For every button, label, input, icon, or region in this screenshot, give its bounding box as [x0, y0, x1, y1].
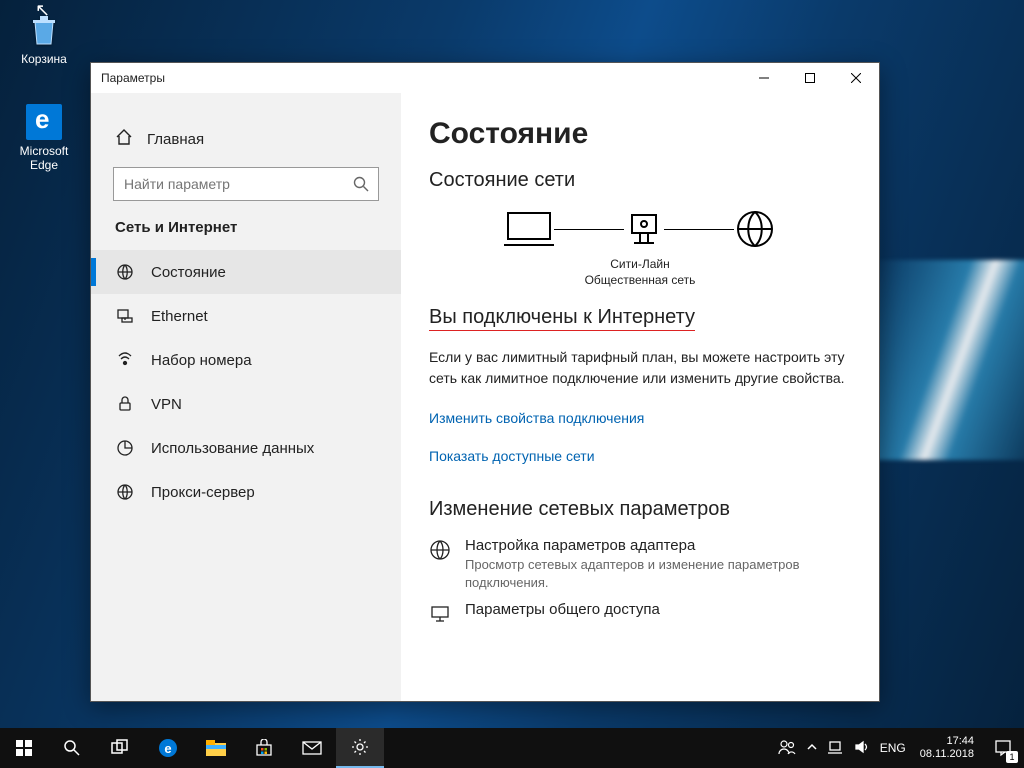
recycle-bin-icon: [26, 12, 62, 48]
search-input[interactable]: [113, 167, 379, 201]
sidebar-home[interactable]: Главная: [91, 121, 401, 157]
sidebar-item-label: Состояние: [151, 264, 226, 281]
tray-network-icon[interactable]: [828, 739, 844, 758]
sidebar: Главная Сеть и Интернет Состояние Ethern…: [91, 93, 401, 701]
notification-badge: 1: [1006, 751, 1018, 763]
minimize-button[interactable]: [741, 63, 787, 93]
sidebar-item-label: Ethernet: [151, 308, 208, 325]
section-heading-change-settings: Изменение сетевых параметров: [429, 498, 851, 521]
taskbar-clock[interactable]: 17:44 08.11.2018: [912, 735, 982, 760]
option-adapter-settings[interactable]: Настройка параметров адаптера Просмотр с…: [429, 537, 851, 591]
adapter-icon: [429, 537, 451, 591]
search-icon: [353, 176, 369, 197]
pc-icon: [504, 209, 554, 249]
network-type: Общественная сеть: [429, 272, 851, 288]
sidebar-section-title: Сеть и Интернет: [91, 219, 401, 250]
taskbar: e ENG 17:44 08.11.2018 1: [0, 728, 1024, 768]
sidebar-item-status[interactable]: Состояние: [91, 250, 401, 294]
desktop-icon-recycle-bin[interactable]: Корзина: [6, 12, 82, 66]
taskbar-search[interactable]: [48, 728, 96, 768]
taskbar-settings[interactable]: [336, 728, 384, 768]
titlebar[interactable]: Параметры: [91, 63, 879, 93]
svg-text:e: e: [164, 741, 171, 756]
tray-chevron-up-icon[interactable]: [806, 741, 818, 756]
sidebar-item-proxy[interactable]: Прокси-сервер: [91, 470, 401, 514]
datausage-icon: [115, 439, 135, 457]
tray-language[interactable]: ENG: [880, 741, 906, 755]
sidebar-item-dialup[interactable]: Набор номера: [91, 338, 401, 382]
vpn-icon: [115, 395, 135, 413]
start-button[interactable]: [0, 728, 48, 768]
ethernet-icon: [115, 307, 135, 325]
sidebar-home-label: Главная: [147, 131, 204, 148]
dialup-icon: [115, 351, 135, 369]
taskbar-store[interactable]: [240, 728, 288, 768]
close-button[interactable]: [833, 63, 879, 93]
sidebar-item-ethernet[interactable]: Ethernet: [91, 294, 401, 338]
link-show-available-networks[interactable]: Показать доступные сети: [429, 448, 595, 464]
sidebar-item-datausage[interactable]: Использование данных: [91, 426, 401, 470]
sidebar-item-label: Использование данных: [151, 440, 314, 457]
network-name: Сити-Лайн: [429, 256, 851, 272]
status-icon: [115, 263, 135, 281]
sidebar-item-vpn[interactable]: VPN: [91, 382, 401, 426]
desktop-icon-label: Корзина: [21, 52, 67, 66]
section-heading-network-state: Состояние сети: [429, 169, 851, 192]
edge-icon: [26, 104, 62, 140]
network-diagram: [429, 208, 851, 250]
settings-window: Параметры Главная Сеть и Интернет Состоя…: [90, 62, 880, 702]
action-center-button[interactable]: 1: [982, 728, 1024, 768]
window-title: Параметры: [91, 71, 741, 85]
sidebar-item-label: Прокси-сервер: [151, 484, 255, 501]
content-pane: Состояние Состояние сети Сити-Лайн Общес…: [401, 93, 879, 701]
search-box: [113, 167, 379, 201]
clock-time: 17:44: [946, 735, 974, 748]
sidebar-item-label: Набор номера: [151, 352, 252, 369]
sharing-icon: [429, 601, 451, 630]
option-title: Настройка параметров адаптера: [465, 537, 851, 554]
tray-volume-icon[interactable]: [854, 739, 870, 758]
proxy-icon: [115, 483, 135, 501]
desktop-icon-label: Microsoft Edge: [20, 144, 69, 172]
tray-people-icon[interactable]: [778, 738, 796, 759]
taskbar-explorer[interactable]: [192, 728, 240, 768]
system-tray: ENG: [772, 738, 912, 759]
connected-heading: Вы подключены к Интернету: [429, 306, 851, 331]
clock-date: 08.11.2018: [920, 748, 974, 761]
maximize-button[interactable]: [787, 63, 833, 93]
link-change-connection-properties[interactable]: Изменить свойства подключения: [429, 410, 644, 426]
home-icon: [115, 128, 133, 150]
page-title: Состояние: [429, 117, 851, 151]
router-icon: [624, 209, 664, 249]
sidebar-item-label: VPN: [151, 396, 182, 413]
globe-icon: [734, 208, 776, 250]
option-title: Параметры общего доступа: [465, 601, 660, 618]
task-view[interactable]: [96, 728, 144, 768]
option-sharing-settings[interactable]: Параметры общего доступа: [429, 601, 851, 630]
desktop-icon-edge[interactable]: Microsoft Edge: [6, 104, 82, 172]
taskbar-mail[interactable]: [288, 728, 336, 768]
connected-body: Если у вас лимитный тарифный план, вы мо…: [429, 347, 851, 388]
taskbar-edge[interactable]: e: [144, 728, 192, 768]
option-description: Просмотр сетевых адаптеров и изменение п…: [465, 556, 851, 591]
